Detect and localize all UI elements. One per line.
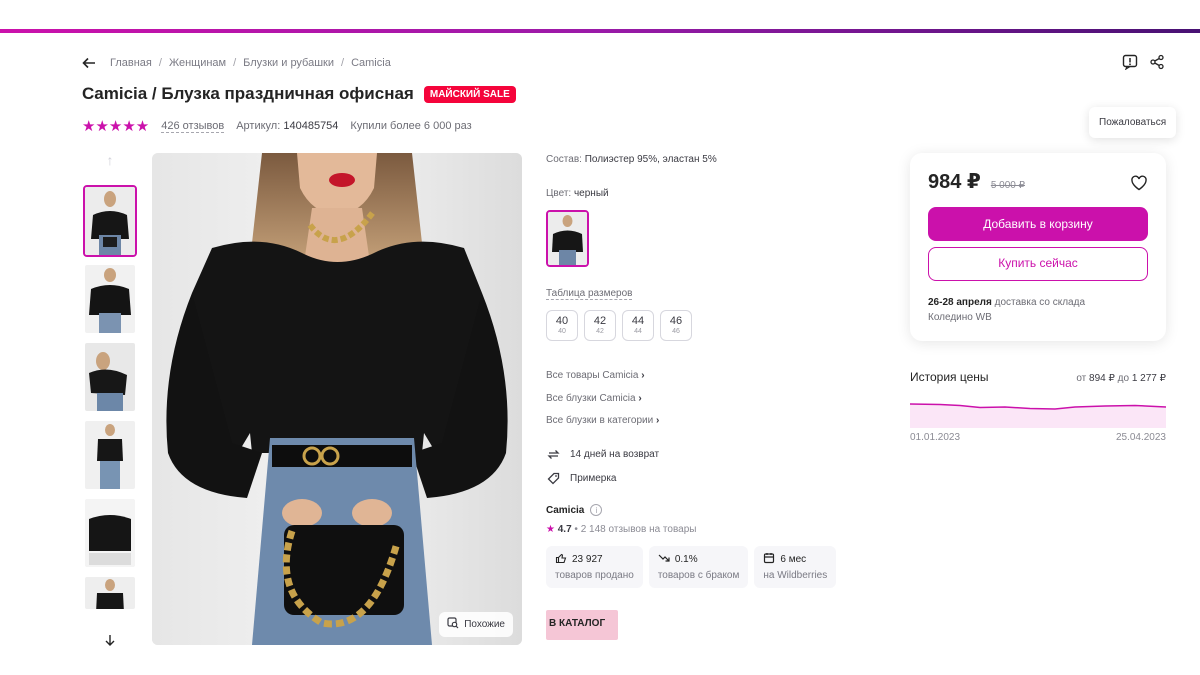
top-actions [1121,53,1165,70]
top-gradient-bar [0,29,1200,33]
breadcrumb-item-blouses[interactable]: Блузки и рубашки [243,57,334,69]
product-title: Camicia / Блузка праздничная офисная [82,84,414,103]
stat-sold: 23 927 товаров продано [546,546,643,588]
brand-links: Все товары Camicia Все блузки Camicia Вс… [546,369,659,437]
rating-stars-icon: ★★★★★ [82,118,150,135]
breadcrumb-item-brand[interactable]: Camicia [351,57,391,69]
thumbnail-6[interactable] [83,575,137,611]
size-option[interactable]: 40 40 [546,310,578,341]
size-option[interactable]: 46 46 [660,310,692,341]
thumbnail-gallery: ↑ [82,150,138,617]
price-history-range: от 894 ₽ до 1 277 ₽ [1076,373,1166,384]
size-option[interactable]: 44 44 [622,310,654,341]
old-price: 5 000 ₽ [990,180,1026,191]
price-history: История цены от 894 ₽ до 1 277 ₽ 01.01.2… [910,370,1166,443]
star-icon: ★ [546,524,555,535]
price-row: 984 ₽ 5 000 ₽ [928,169,1148,194]
info-icon[interactable]: i [590,504,603,516]
product-meta: ★★★★★ 426 отзывов Артикул: 140485754 Куп… [82,117,472,135]
main-product-image[interactable]: Похожие [152,153,522,645]
share-icon[interactable] [1148,53,1165,70]
report-icon[interactable] [1121,53,1138,70]
calendar-icon [763,552,775,567]
trend-down-icon [658,552,670,567]
thumbnail-1[interactable] [83,185,137,257]
add-to-cart-button[interactable]: Добавить в корзину [928,207,1148,241]
return-arrows-icon [546,447,560,461]
fitting-option: Примерка [546,471,617,485]
similar-label: Похожие [464,619,505,630]
history-end-date: 25.04.2023 [1115,432,1166,443]
return-policy: 14 дней на возврат [546,447,659,461]
thumbs-up-icon [555,552,567,567]
seller-stats: 23 927 товаров продано 0.1% товаров с бр… [546,546,837,588]
reviews-link[interactable]: 426 отзывов [161,120,225,133]
thumbs-down-arrow-icon[interactable] [100,631,120,649]
link-all-brand-items[interactable]: Все товары Camicia [546,369,659,392]
article-number[interactable]: Артикул: 140485754 [236,120,338,132]
thumbs-up-arrow-icon[interactable]: ↑ [82,150,138,170]
link-all-brand-blouses[interactable]: Все блузки Camicia [546,392,659,415]
thumbnail-3[interactable] [83,341,137,413]
catalog-button[interactable]: В КАТАЛОГ [546,610,618,640]
heart-icon[interactable] [1130,174,1148,192]
tag-icon [546,471,560,485]
color-swatch-black[interactable] [546,210,589,267]
link-all-category-blouses[interactable]: Все блузки в категории [546,414,659,437]
current-price: 984 ₽ [928,171,981,193]
title-row: Camicia / Блузка праздничная офисная МАЙ… [82,84,516,104]
buy-now-button[interactable]: Купить сейчас [928,247,1148,281]
price-card: 984 ₽ 5 000 ₽ Добавить в корзину Купить … [910,153,1166,341]
composition: Состав: Полиэстер 95%, эластан 5% [546,154,717,165]
size-selector: 40 40 42 42 44 44 46 46 [546,310,692,341]
price-history-title: История цены [910,370,989,384]
seller-rating: ★ 4.7 • 2 148 отзывов на товары [546,524,697,535]
report-tooltip: Пожаловаться [1089,107,1177,138]
thumbnail-2[interactable] [83,263,137,335]
back-arrow-icon[interactable] [82,55,98,71]
breadcrumb-item-women[interactable]: Женщинам [169,57,226,69]
similar-button[interactable]: Похожие [439,612,513,637]
breadcrumb-item-home[interactable]: Главная [110,57,152,69]
stat-defects: 0.1% товаров с браком [648,546,749,588]
stat-tenure: 6 мес на Wildberries [754,546,837,588]
bought-count: Купили более 6 000 раз [350,120,472,132]
history-start-date: 01.01.2023 [910,432,961,443]
thumbnail-4[interactable] [83,419,137,491]
price-history-sparkline[interactable] [910,398,1166,428]
size-option[interactable]: 42 42 [584,310,616,341]
thumbnail-5[interactable] [83,497,137,569]
similar-search-icon [447,617,459,632]
breadcrumb: Главная / Женщинам / Блузки и рубашки / … [82,55,391,71]
delivery-info: 26-28 апреля доставка со склада Коледино… [928,297,1086,323]
color-label: Цвет: черный [546,188,609,199]
seller-name[interactable]: Camicia i [546,504,603,516]
size-table-link[interactable]: Таблица размеров [546,288,633,300]
sale-badge[interactable]: МАЙСКИЙ SALE [423,85,516,103]
